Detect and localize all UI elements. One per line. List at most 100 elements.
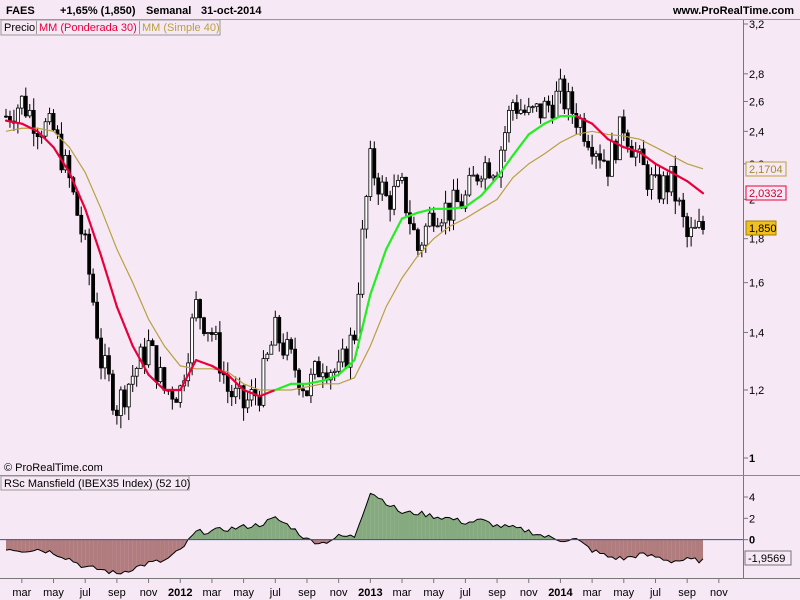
change-label: +1,65% (1,850)	[60, 5, 136, 17]
candle-body	[447, 202, 452, 221]
indicator-fill	[239, 524, 244, 540]
candle-body	[79, 214, 84, 235]
indicator-fill	[97, 539, 102, 570]
candle-body	[530, 106, 535, 109]
candle-body	[316, 361, 321, 378]
candle-body	[542, 100, 547, 119]
x-tick-label: nov	[140, 587, 158, 599]
indicator-fill	[85, 539, 90, 567]
indicator-tick-label: 0	[749, 535, 755, 547]
indicator-tick-label: 4	[749, 492, 755, 504]
candle-body	[158, 367, 163, 383]
label-ma-simple-text: 2,1704	[749, 164, 783, 176]
indicator-fill	[93, 539, 98, 570]
candle-body	[475, 174, 480, 182]
price-tick-label: 2,8	[749, 69, 764, 81]
candle-body	[281, 342, 286, 356]
candle-body	[43, 121, 48, 137]
ticker-label: FAES	[6, 5, 35, 17]
x-tick-label: sep	[108, 587, 126, 599]
indicator-fill	[101, 539, 106, 570]
candle-body	[582, 118, 587, 142]
candle-body	[392, 185, 397, 210]
candle-body	[586, 141, 591, 148]
candle-body	[431, 212, 436, 227]
candle-body	[400, 176, 404, 181]
candle-body	[146, 340, 151, 366]
candle-body	[103, 355, 107, 369]
indicator-fill	[417, 511, 422, 540]
candle-body	[594, 153, 598, 157]
indicator-fill	[291, 528, 296, 540]
candle-body	[202, 317, 206, 335]
candle-body	[265, 353, 270, 360]
candle-body	[27, 109, 32, 117]
indicator-fill	[679, 539, 684, 561]
indicator-fill	[405, 511, 410, 540]
x-tick-label: may	[613, 587, 634, 599]
indicator-fill	[433, 517, 438, 540]
candle-body	[423, 225, 428, 246]
candle-body	[336, 361, 341, 372]
indicator-fill	[516, 527, 521, 540]
label-indicator-last-text: -1,9569	[748, 553, 785, 565]
candle-body	[701, 221, 705, 230]
candle-body	[289, 339, 294, 350]
candle-body	[154, 345, 159, 383]
candle-body	[412, 223, 416, 231]
price-tick-label: 1	[749, 453, 755, 465]
candle-body	[312, 361, 317, 375]
candle-body	[320, 372, 325, 378]
candle-body	[606, 160, 610, 177]
candle-body	[332, 370, 337, 373]
indicator-fill	[378, 498, 383, 540]
indicator-fill	[140, 539, 145, 567]
candle-body	[455, 189, 460, 203]
chart-background	[0, 0, 800, 600]
candle-body	[649, 174, 654, 190]
x-tick-label: may	[423, 587, 444, 599]
indicator-fill	[223, 530, 228, 540]
candle-body	[126, 383, 131, 408]
candle-body	[578, 118, 583, 128]
indicator-fill	[691, 539, 696, 559]
indicator-fill	[57, 539, 62, 558]
indicator-fill	[271, 516, 276, 540]
price-chart: FAES +1,65% (1,850) Semanal 31-oct-2014 …	[0, 0, 800, 600]
candle-body	[534, 103, 539, 108]
indicator-fill	[382, 499, 387, 540]
candle-body	[693, 226, 697, 229]
label-last-price: 1,850	[745, 220, 777, 236]
candle-body	[697, 221, 701, 228]
candle-body	[19, 95, 24, 109]
candle-body	[685, 216, 690, 238]
x-tick-label: jul	[269, 587, 281, 599]
candle-body	[602, 159, 606, 162]
indicator-fill	[607, 539, 612, 558]
indicator-fill	[402, 512, 406, 540]
indicator-fill	[21, 539, 26, 553]
candle-body	[162, 367, 167, 391]
indicator-fill	[465, 522, 470, 540]
candle-body	[245, 399, 250, 409]
candle-body	[479, 178, 484, 182]
label-ma-simple: 2,1704	[745, 161, 787, 177]
indicator-fill	[647, 539, 652, 557]
candle-body	[261, 358, 266, 406]
indicator-fill	[667, 539, 672, 563]
legend-ma-divider	[139, 21, 140, 34]
candle-body	[107, 355, 111, 375]
candle-body	[301, 388, 305, 392]
candle-body	[352, 334, 357, 341]
date-label: 31-oct-2014	[201, 5, 262, 17]
candle-body	[210, 332, 214, 335]
candle-body	[134, 367, 139, 377]
candle-body	[249, 389, 254, 401]
candle-body	[91, 273, 96, 303]
candle-body	[689, 227, 694, 238]
indicator-fill	[259, 525, 264, 540]
candle-body	[87, 233, 92, 275]
candle-body	[507, 109, 511, 134]
candle-body	[372, 148, 377, 179]
candle-body	[483, 162, 488, 180]
